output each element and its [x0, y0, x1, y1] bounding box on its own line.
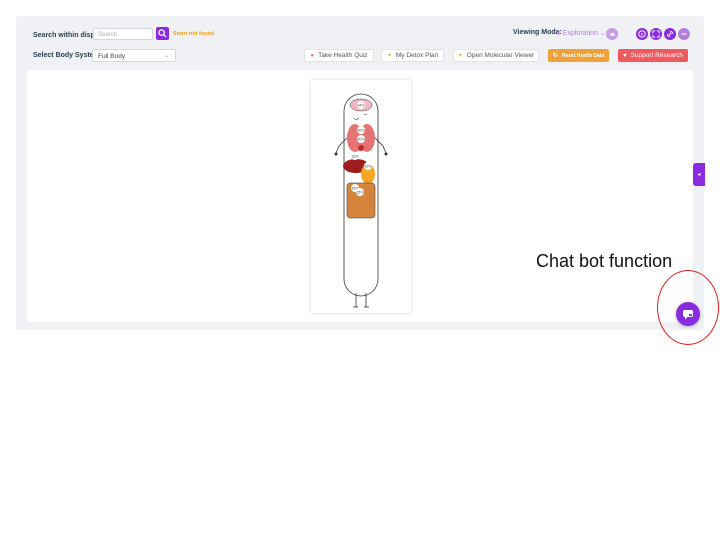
body-system-value: Full Body — [98, 53, 126, 60]
leaf-icon: ✦ — [386, 53, 392, 59]
viewing-mode-select[interactable]: ⊘ Exploration ⌄ — [555, 29, 606, 37]
intestine2-percent: 25% — [356, 190, 363, 194]
stomach-percent: 19% — [364, 164, 371, 168]
chat-bot-annotation: Chat bot function — [536, 251, 673, 271]
side-panel-toggle[interactable]: ◂ — [693, 163, 705, 186]
chat-bot-button[interactable] — [676, 302, 700, 326]
lung2-percent: 50% — [357, 137, 364, 141]
search-button[interactable] — [156, 27, 169, 40]
brain-icon: ● — [310, 52, 315, 59]
molecular-viewer-button[interactable]: ✦ Open Molecular Viewer — [453, 49, 539, 62]
body-figure-card: 64% 50% 50% 33% 19% 15% 25% — [311, 80, 411, 313]
body-system-select[interactable]: Full Body ⌄ — [92, 49, 176, 62]
lung1-percent: 50% — [357, 128, 364, 132]
detox-plan-button[interactable]: ✦ My Detox Plan — [381, 49, 444, 62]
mode-toggle-button[interactable] — [606, 28, 618, 40]
take-health-quiz-button[interactable]: ● Take Health Quiz — [304, 49, 374, 62]
body-figure: 64% 50% 50% 33% 19% 15% 25% — [334, 93, 388, 308]
search-input[interactable]: Search — [93, 28, 153, 40]
search-icon — [158, 29, 167, 38]
chevron-left-icon: ◂ — [697, 172, 701, 178]
chevron-down-icon: ⌄ — [163, 53, 169, 59]
fullscreen-button[interactable] — [650, 28, 662, 40]
link-icon — [667, 31, 673, 37]
settings-icon — [609, 32, 615, 36]
search-status: Snort not found — [173, 31, 215, 37]
molecule-icon: ✦ — [457, 53, 463, 59]
help-icon — [638, 30, 646, 38]
heart-organ[interactable] — [358, 145, 364, 151]
chat-icon — [683, 309, 693, 319]
help-button[interactable] — [636, 28, 648, 40]
link-button[interactable] — [664, 28, 676, 40]
more-button[interactable] — [678, 28, 690, 40]
brain-percent: 64% — [357, 103, 364, 107]
expand-icon — [652, 30, 660, 38]
more-icon — [681, 33, 687, 35]
reset-health-data-button[interactable]: ↻ Reset Health Data — [548, 49, 609, 62]
liver-percent: 33% — [351, 154, 358, 158]
heart-icon: ♥ — [623, 52, 627, 59]
support-research-button[interactable]: ♥ Support Research — [618, 49, 688, 62]
refresh-icon: ↻ — [552, 53, 558, 59]
